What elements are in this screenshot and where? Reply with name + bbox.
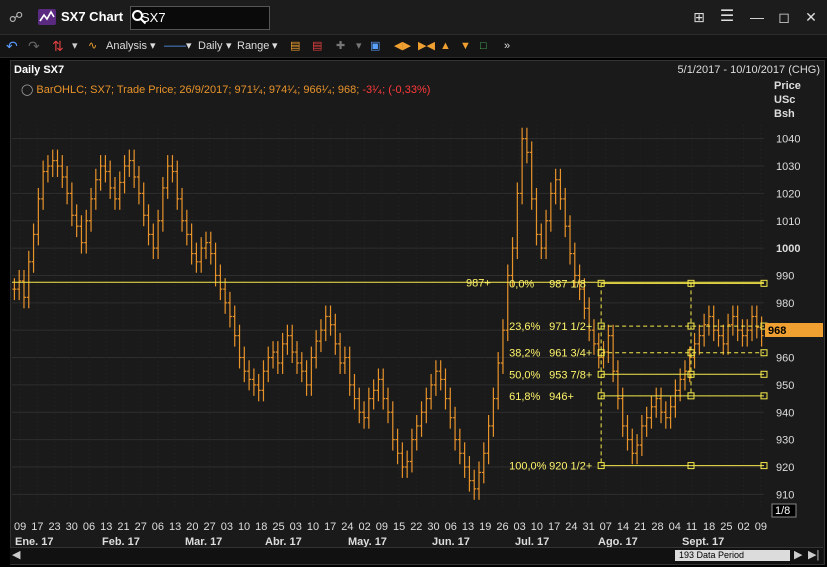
last-price-label: 968: [768, 325, 786, 337]
x-tick-label: 02: [737, 521, 749, 533]
fib-pct-label: 50,0%: [509, 369, 540, 381]
x-tick-label: 24: [341, 521, 353, 533]
x-tick-label: 09: [14, 521, 26, 533]
x-tick-label: 21: [117, 521, 129, 533]
x-tick-label: 10: [307, 521, 319, 533]
horizontal-line-label: 987+: [466, 277, 491, 289]
axis-title-price: Price: [774, 80, 801, 92]
axis-title-currency: USc: [774, 94, 795, 106]
x-tick-label: 03: [221, 521, 233, 533]
x-tick-label: 13: [100, 521, 112, 533]
x-tick-label: 03: [290, 521, 302, 533]
x-tick-label: 15: [393, 521, 405, 533]
axis-title-unit: Bsh: [774, 108, 795, 120]
x-tick-label: 19: [479, 521, 491, 533]
x-tick-label: 30: [427, 521, 439, 533]
x-tick-label: 22: [410, 521, 422, 533]
x-tick-label: 18: [703, 521, 715, 533]
x-tick-label: 27: [203, 521, 215, 533]
y-tick-label: 960: [776, 353, 794, 365]
x-tick-label: 27: [135, 521, 147, 533]
x-tick-label: 13: [462, 521, 474, 533]
fib-pct-label: 100,0%: [509, 461, 547, 473]
x-tick-label: 17: [324, 521, 336, 533]
page-indicator: 1/8: [775, 505, 790, 517]
x-tick-label: 10: [238, 521, 250, 533]
price-chart[interactable]: Price USc Bsh 987+ 0,0% 987 1/8 23,6% 971 1/…: [0, 0, 827, 567]
x-tick-label: 10: [531, 521, 543, 533]
y-tick-label: 920: [776, 462, 794, 474]
x-tick-label: 23: [48, 521, 60, 533]
y-tick-label: 1000: [776, 243, 800, 255]
fib-value-label: 971 1/2+: [549, 321, 592, 333]
scroll-end-button[interactable]: ▶|: [808, 548, 819, 561]
fib-pct-label: 0,0%: [509, 278, 534, 290]
scroll-left-button[interactable]: ◀: [12, 548, 20, 561]
y-tick-label: 930: [776, 435, 794, 447]
x-tick-label: 26: [496, 521, 508, 533]
y-tick-label: 980: [776, 298, 794, 310]
fib-value-label: 987 1/8: [549, 278, 586, 290]
x-tick-label: 13: [169, 521, 181, 533]
y-tick-label: 1040: [776, 134, 800, 146]
fib-value-label: 961 3/4+: [549, 348, 592, 360]
x-tick-label: 09: [755, 521, 767, 533]
x-tick-label: 06: [83, 521, 95, 533]
x-tick-label: 18: [255, 521, 267, 533]
x-tick-label: 06: [152, 521, 164, 533]
x-tick-label: 04: [669, 521, 681, 533]
y-tick-label: 1010: [776, 216, 800, 228]
x-tick-label: 31: [582, 521, 594, 533]
x-tick-label: 25: [272, 521, 284, 533]
fib-pct-label: 61,8%: [509, 391, 540, 403]
x-tick-label: 07: [600, 521, 612, 533]
x-tick-label: 17: [31, 521, 43, 533]
x-tick-label: 14: [617, 521, 629, 533]
x-tick-label: 20: [186, 521, 198, 533]
fib-value-label: 946+: [549, 391, 574, 403]
fib-pct-label: 38,2%: [509, 348, 540, 360]
x-tick-label: 02: [359, 521, 371, 533]
y-tick-label: 1020: [776, 188, 800, 200]
x-tick-label: 09: [376, 521, 388, 533]
x-tick-label: 21: [634, 521, 646, 533]
y-tick-label: 1030: [776, 161, 800, 173]
y-tick-label: 940: [776, 407, 794, 419]
x-tick-label: 25: [720, 521, 732, 533]
scroll-thumb[interactable]: 193 Data Period: [675, 550, 790, 561]
x-tick-label: 17: [548, 521, 560, 533]
scroll-bar[interactable]: ◀ 193 Data Period ▶ ▶|: [10, 547, 823, 564]
x-tick-label: 03: [514, 521, 526, 533]
fib-value-label: 953 7/8+: [549, 369, 592, 381]
x-tick-label: 30: [66, 521, 78, 533]
y-tick-label: 950: [776, 380, 794, 392]
y-tick-label: 910: [776, 489, 794, 501]
data-period-label: 193 Data Period: [679, 550, 745, 560]
x-tick-label: 11: [686, 521, 697, 533]
scroll-right-button[interactable]: ▶: [794, 548, 802, 561]
x-tick-label: 06: [445, 521, 457, 533]
y-tick-label: 990: [776, 270, 794, 282]
x-tick-label: 28: [651, 521, 663, 533]
x-tick-label: 24: [565, 521, 577, 533]
fib-pct-label: 23,6%: [509, 321, 540, 333]
fib-value-label: 920 1/2+: [549, 461, 592, 473]
